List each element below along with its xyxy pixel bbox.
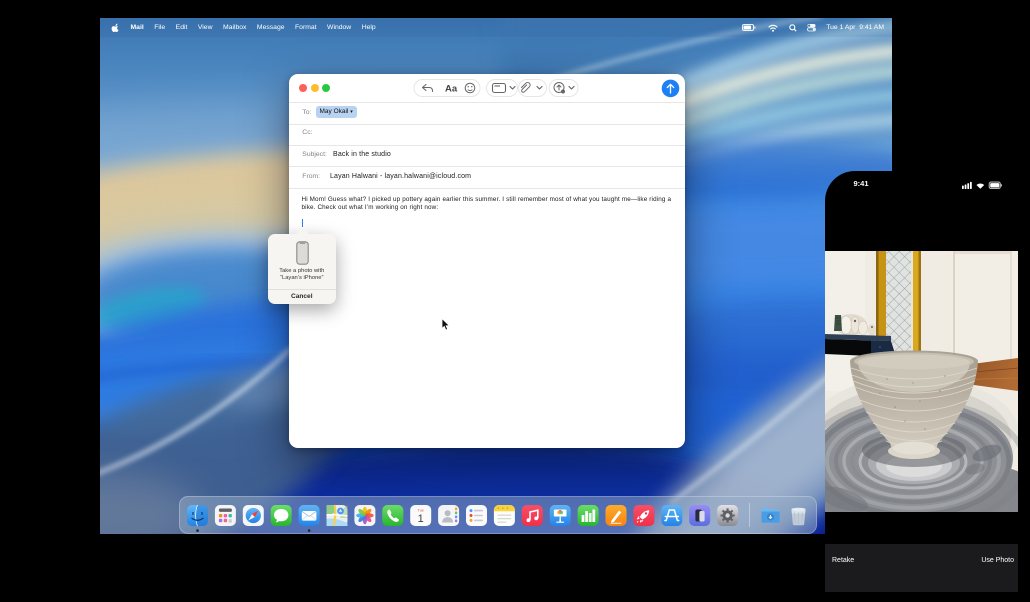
- svg-text:1: 1: [417, 513, 423, 525]
- svg-text:Tue: Tue: [417, 508, 423, 512]
- svg-text:Aa: Aa: [445, 84, 458, 95]
